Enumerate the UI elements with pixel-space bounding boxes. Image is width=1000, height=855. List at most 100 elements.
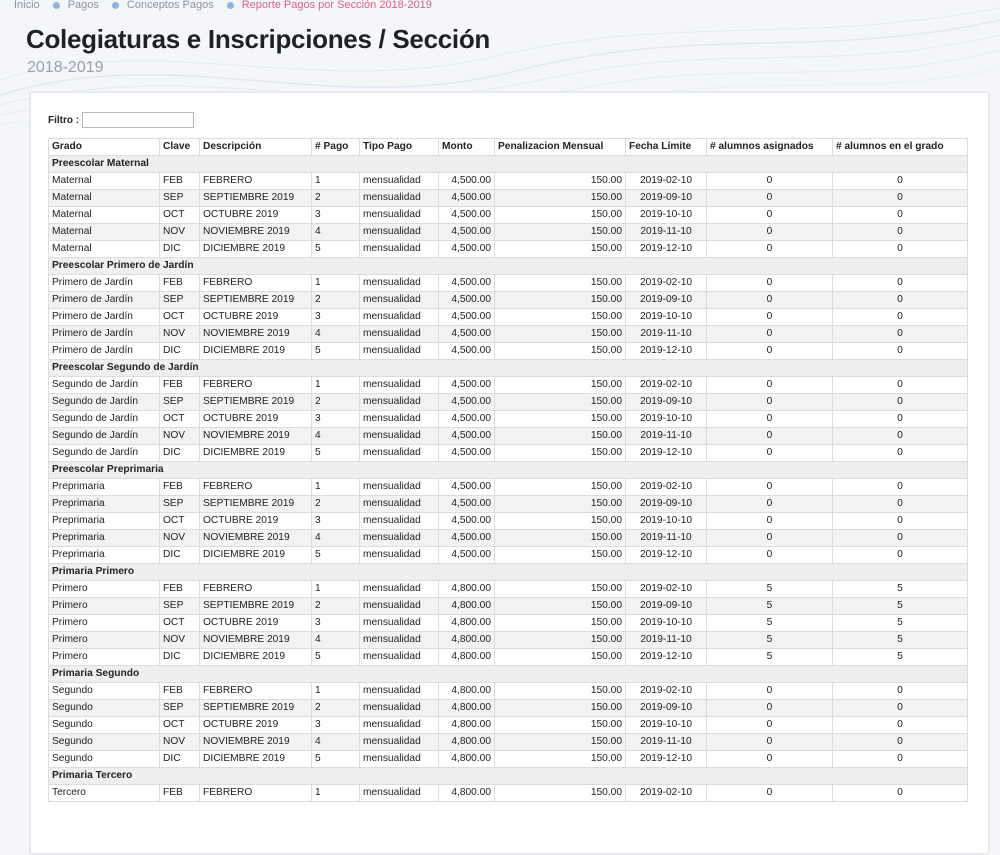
group-row: Preescolar Preprimaria [48,461,968,479]
table-header-row: Grado Clave Descripción # Pago Tipo Pago Mont… [48,138,968,156]
table-cell: 4 [311,325,360,343]
table-cell: Primero de Jardín [48,325,160,343]
table-cell: 2 [311,699,360,717]
table-cell: FEBRERO [199,580,312,598]
table-cell: 0 [832,189,968,207]
table-cell: 4,800.00 [438,597,495,615]
table-cell: 2019-11-10 [625,529,707,547]
table-cell: 0 [832,308,968,326]
breadcrumb-item-pagos[interactable]: Pagos [40,0,99,11]
table-cell: 2019-09-10 [625,291,707,309]
table-cell: DIC [159,342,200,360]
table-row: Segundo SEP SEPTIEMBRE 2019 2 mensualidad 4,8… [48,699,968,717]
table-cell: 2019-11-10 [625,427,707,445]
table-cell: 2019-12-10 [625,342,707,360]
table-cell: 0 [706,410,833,428]
table-row: Segundo DIC DICIEMBRE 2019 5 mensualidad 4,80… [48,750,968,768]
table-row: Segundo de Jardín NOV NOVIEMBRE 2019 4 mensu… [48,427,968,445]
table-cell: 0 [832,325,968,343]
table-cell: SEP [159,291,200,309]
table-cell: 5 [832,614,968,632]
table-cell: Segundo de Jardín [48,393,160,411]
table-cell: 4,500.00 [438,495,495,513]
table-cell: mensualidad [359,546,439,564]
table-cell: 5 [706,648,833,666]
breadcrumb-separator-icon [226,1,234,9]
table-cell: 4,500.00 [438,223,495,241]
table-cell: 150.00 [494,648,626,666]
table-cell: 150.00 [494,240,626,258]
table-cell: 150.00 [494,682,626,700]
column-header: Descripción [199,138,312,156]
group-row: Preescolar Segundo de Jardín [48,359,968,377]
table-cell: 1 [311,784,360,802]
table-cell: Preprimaria [48,478,160,496]
column-header: Clave [159,138,200,156]
table-cell: 2019-12-10 [625,444,707,462]
table-cell: 150.00 [494,308,626,326]
table-cell: SEP [159,393,200,411]
table-row: Primero de Jardín NOV NOVIEMBRE 2019 4 mensu… [48,325,968,343]
table-cell: 4,800.00 [438,648,495,666]
table-cell: 5 [311,444,360,462]
table-cell: Primero [48,648,160,666]
table-cell: 2019-02-10 [625,682,707,700]
table-cell: NOVIEMBRE 2019 [199,325,312,343]
table-cell: 0 [832,342,968,360]
table-cell: SEPTIEMBRE 2019 [199,699,312,717]
breadcrumb: Inicio Pagos Conceptos Pagos Reporte Pag… [14,0,432,11]
table-cell: 2 [311,189,360,207]
table-cell: Primero de Jardín [48,291,160,309]
table-cell: FEBRERO [199,274,312,292]
table-cell: 4,500.00 [438,444,495,462]
table-cell: OCT [159,512,200,530]
column-header: Monto [438,138,495,156]
table-cell: 0 [832,512,968,530]
group-label: Primaria Tercero [48,767,968,785]
table-cell: Maternal [48,223,160,241]
table-cell: 5 [311,342,360,360]
filter-input[interactable] [82,112,195,128]
table-cell: 0 [706,750,833,768]
table-cell: Tercero [48,784,160,802]
table-cell: 0 [832,274,968,292]
table-row: Primero de Jardín FEB FEBRERO 1 mensualidad 4… [48,274,968,292]
breadcrumb-link[interactable]: Inicio [14,0,40,11]
table-cell: mensualidad [359,427,439,445]
table-cell: OCT [159,614,200,632]
breadcrumb-item-reporte[interactable]: Reporte Pagos por Sección 2018-2019 [214,0,432,11]
table-cell: 0 [706,682,833,700]
table-cell: mensualidad [359,189,439,207]
breadcrumb-item-inicio[interactable]: Inicio [14,0,40,11]
table-cell: 2019-09-10 [625,189,707,207]
table-cell: Maternal [48,189,160,207]
table-cell: 2019-12-10 [625,546,707,564]
table-cell: NOV [159,325,200,343]
table-cell: NOV [159,733,200,751]
table-cell: 5 [832,580,968,598]
breadcrumb-link[interactable]: Conceptos Pagos [127,0,214,11]
group-row: Primaria Segundo [48,665,968,683]
column-header: # Pago [311,138,360,156]
table-cell: OCTUBRE 2019 [199,410,312,428]
table-cell: 2019-02-10 [625,478,707,496]
table-cell: SEP [159,597,200,615]
table-cell: Segundo [48,699,160,717]
table-cell: 0 [832,223,968,241]
table-cell: 150.00 [494,580,626,598]
table-cell: 0 [706,444,833,462]
table-row: Segundo NOV NOVIEMBRE 2019 4 mensualidad 4,80… [48,733,968,751]
column-header: # alumnos en el grado [832,138,968,156]
table-cell: OCTUBRE 2019 [199,614,312,632]
table-cell: 0 [706,223,833,241]
table-cell: 4,500.00 [438,189,495,207]
table-cell: OCTUBRE 2019 [199,512,312,530]
table-cell: 4,800.00 [438,682,495,700]
page-title: Colegiaturas e Inscripciones / Sección [26,24,490,54]
table-cell: NOV [159,529,200,547]
table-cell: Segundo de Jardín [48,427,160,445]
breadcrumb-link[interactable]: Reporte Pagos por Sección 2018-2019 [242,0,432,11]
table-cell: 4,800.00 [438,784,495,802]
breadcrumb-link[interactable]: Pagos [68,0,99,11]
breadcrumb-item-conceptos-pagos[interactable]: Conceptos Pagos [99,0,214,11]
